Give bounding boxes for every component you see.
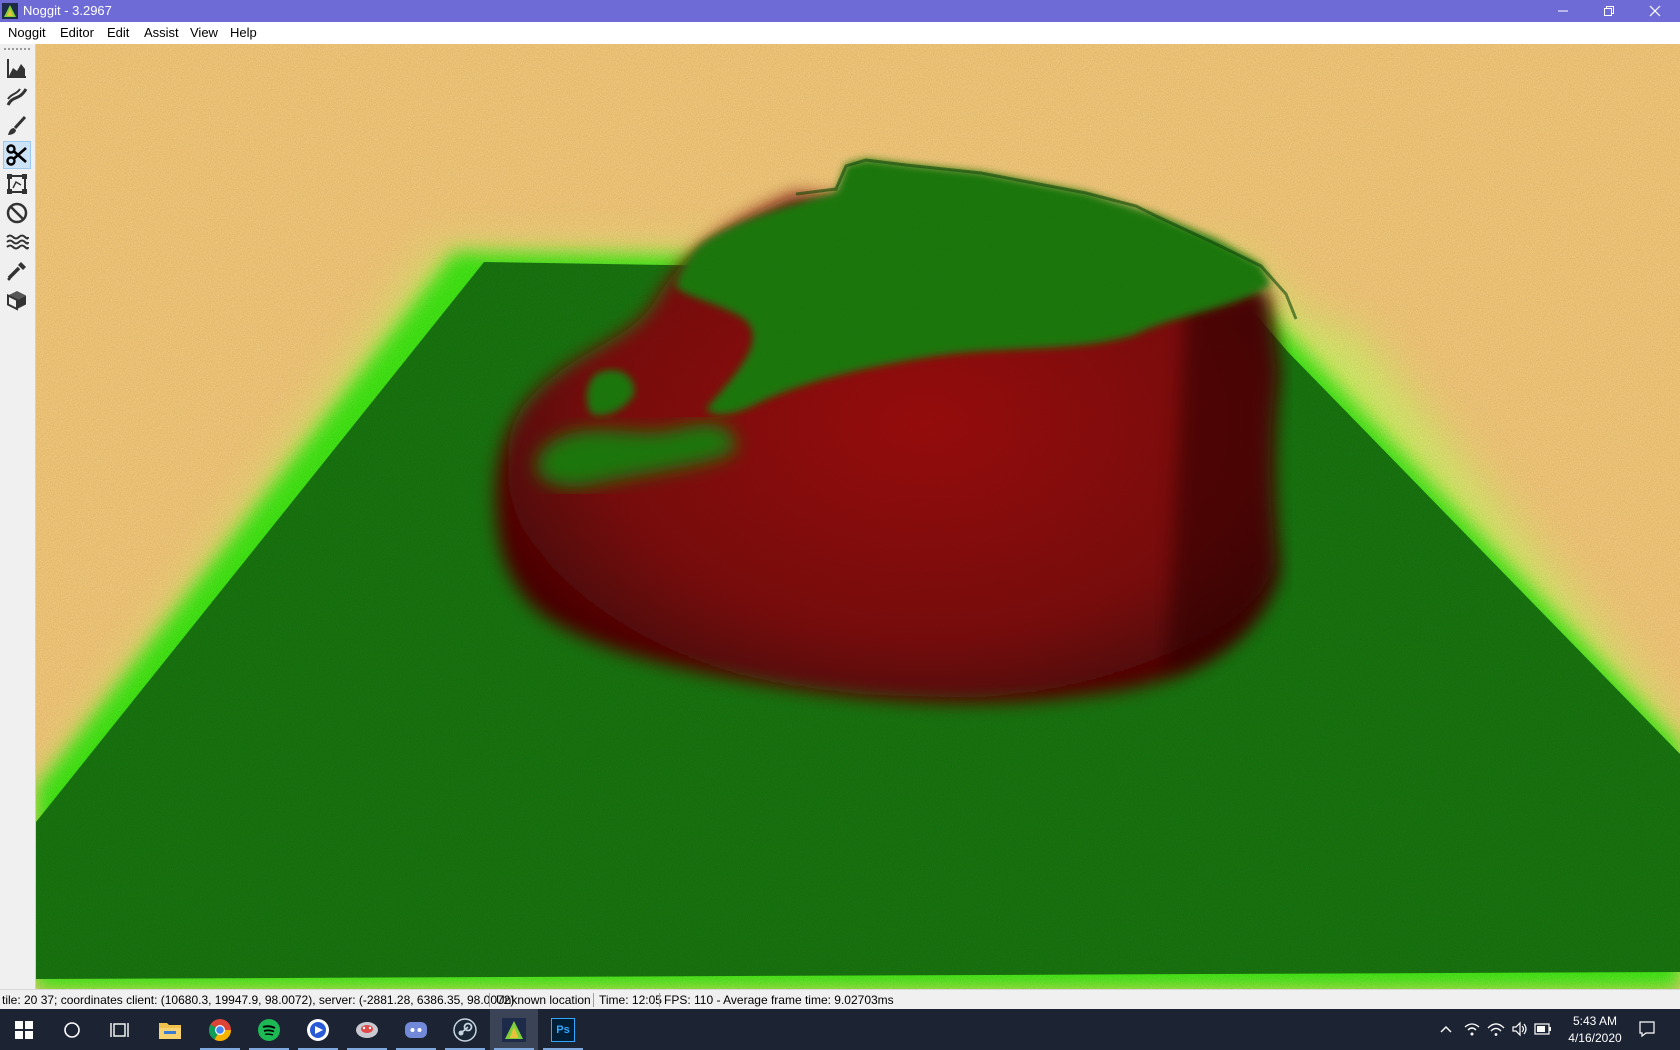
waves-icon [6,234,29,250]
minimize-icon [1558,10,1568,12]
chrome[interactable] [196,1009,244,1050]
battery-tray[interactable] [1534,1019,1554,1039]
tool-palette [0,44,36,989]
photoshop[interactable]: Ps [539,1009,587,1050]
action-center-button[interactable] [1637,1019,1657,1039]
creature-app-icon [356,1021,378,1038]
menu-noggit[interactable]: Noggit [8,25,46,40]
start-button[interactable] [0,1009,48,1050]
impassable-tool[interactable] [3,199,31,227]
discord[interactable] [392,1009,440,1050]
status-time: Time: 12:05 [599,993,662,1007]
brush-icon [8,115,27,135]
eyedropper-icon [7,262,26,281]
steam[interactable] [441,1009,489,1050]
task-view-icon [110,1022,129,1037]
cube-icon [7,291,26,311]
discord-icon [405,1021,427,1038]
close-icon [1649,5,1661,17]
chevron-up-icon [1440,1026,1452,1033]
status-location: Unknown location [496,993,591,1007]
show-hidden-icons[interactable] [1436,1019,1456,1039]
window-title: Noggit - 3.2967 [23,3,112,18]
status-coordinates: tile: 20 37; coordinates client: (10680.… [2,993,515,1007]
restore-button[interactable] [1586,0,1632,22]
taskbar-clock[interactable]: 5:43 AM 4/16/2020 [1562,1013,1628,1047]
blue-app-icon [307,1018,329,1041]
area-id-tool[interactable] [3,170,31,198]
menu-help[interactable]: Help [230,25,257,40]
raise-lower-tool[interactable] [3,54,31,82]
volume-icon [1512,1021,1527,1037]
wifi-tray[interactable] [1486,1019,1506,1039]
menu-edit[interactable]: Edit [107,25,129,40]
terrain-render [36,44,1680,989]
hole-cutter-tool[interactable] [3,141,31,169]
windows-icon [15,1020,33,1039]
search-circle-icon [64,1021,80,1038]
battery-icon [1534,1023,1551,1035]
smooth-icon [6,88,28,106]
menu-editor[interactable]: Editor [60,25,94,40]
notification-icon [1639,1021,1655,1038]
task-view-button[interactable] [96,1009,144,1050]
toolbar-grip[interactable] [4,48,30,50]
spotify-icon [258,1018,280,1041]
photoshop-label: Ps [556,1023,570,1036]
app-blue[interactable] [294,1009,342,1050]
folder-icon [159,1022,181,1039]
no-entry-icon [6,202,28,224]
water-tool[interactable] [3,228,31,256]
file-explorer[interactable] [146,1009,194,1050]
search-button[interactable] [48,1009,96,1050]
clock-time: 5:43 AM [1572,1014,1618,1028]
network-icon [1464,1023,1480,1036]
windows-taskbar: Ps 5:43 AM 4/16/2020 [0,1009,1680,1050]
wifi-icon [1487,1023,1505,1036]
menu-assist[interactable]: Assist [144,25,179,40]
vertex-shader-tool[interactable] [3,257,31,285]
steam-icon [453,1017,477,1042]
flatten-blur-tool[interactable] [3,83,31,111]
object-editor-tool[interactable] [3,286,31,314]
title-bar: Noggit - 3.2967 [0,0,1680,22]
network-tray[interactable] [1462,1019,1482,1039]
scissors-icon [6,144,27,166]
menu-bar: Noggit Editor Edit Assist View Help [0,22,1680,44]
map-viewport-3d[interactable] [36,44,1680,989]
spotify[interactable] [245,1009,293,1050]
clock-date: 4/16/2020 [1568,1031,1622,1045]
app-creature[interactable] [343,1009,391,1050]
texture-paint-tool[interactable] [3,112,31,140]
terrain-icon [7,59,26,78]
status-fps: FPS: 110 - Average frame time: 9.02703ms [664,993,894,1007]
menu-view[interactable]: View [190,25,218,40]
restore-icon [1604,6,1614,16]
chrome-icon [209,1018,231,1041]
status-bar: tile: 20 37; coordinates client: (10680.… [0,989,1680,1010]
noggit-app-icon [2,3,18,19]
photoshop-icon: Ps [551,1017,575,1042]
noggit[interactable] [490,1009,538,1050]
minimize-button[interactable] [1540,0,1586,22]
status-separator [489,993,490,1007]
noggit-app-icon [502,1017,526,1042]
area-icon [7,174,27,194]
status-separator [659,993,660,1007]
status-separator [593,993,594,1007]
close-button[interactable] [1632,0,1678,22]
volume-tray[interactable] [1510,1019,1530,1039]
